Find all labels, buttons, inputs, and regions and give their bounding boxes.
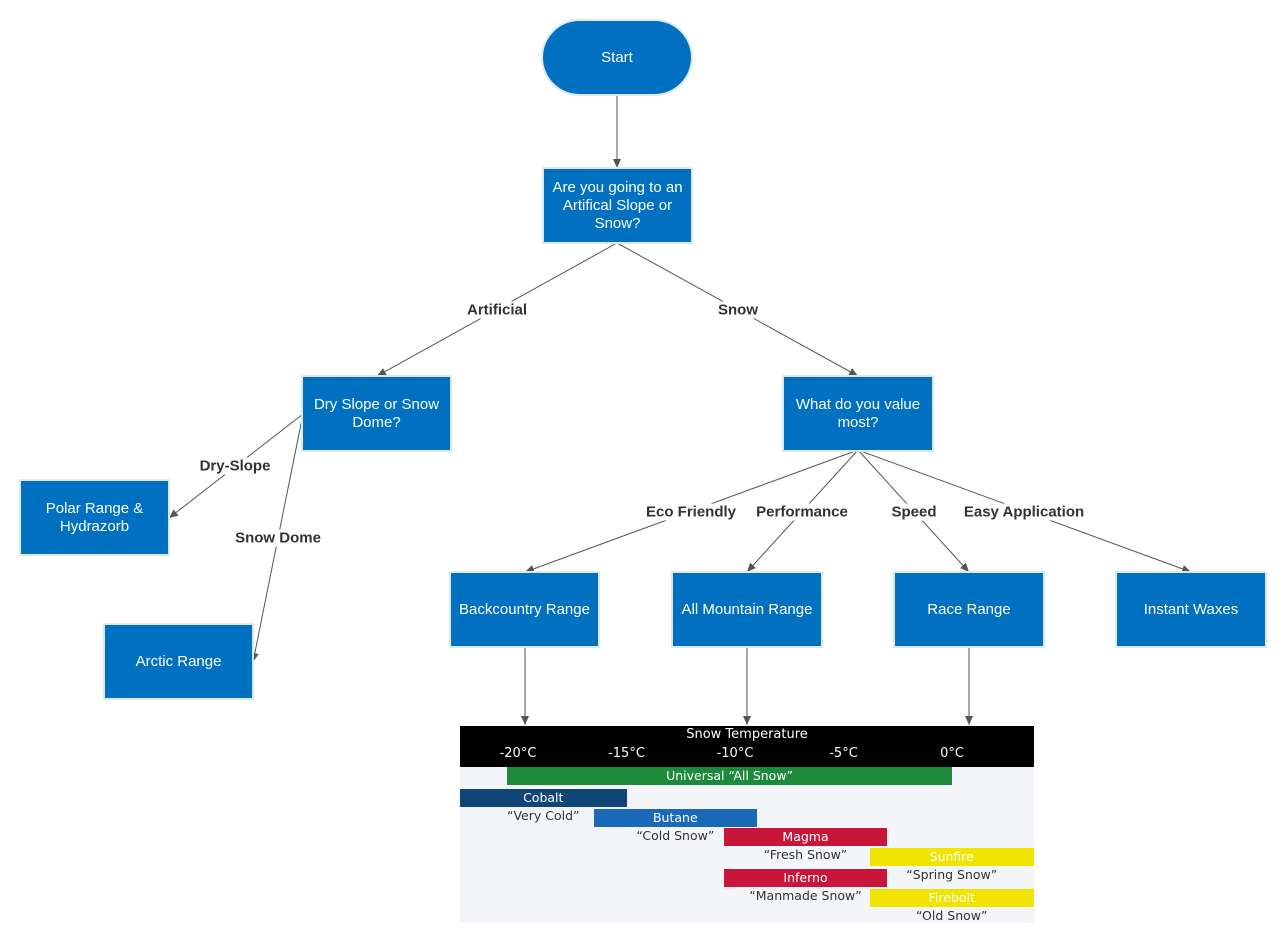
range-description: “Manmade Snow” [749, 888, 862, 903]
range-bar: Cobalt [460, 789, 627, 807]
dry-or-dome-decision[interactable]: Dry Slope or Snow Dome? [303, 377, 450, 450]
slope-or-snow-decision[interactable]: Are you going to an Artifical Slope or S… [544, 169, 691, 242]
chart-title: Snow Temperature [686, 727, 808, 742]
tick-label: 0°C [940, 746, 964, 761]
range-description: “Fresh Snow” [763, 847, 848, 862]
edge-label-easy: Easy Application [961, 503, 1087, 521]
arctic-range-node[interactable]: Arctic Range [105, 625, 252, 698]
instant-waxes-node[interactable]: Instant Waxes [1117, 573, 1265, 646]
edge-label-performance: Performance [754, 503, 850, 521]
range-bar: Universal “All Snow” [507, 767, 952, 785]
range-bar: Butane [593, 809, 757, 827]
edge-label-dry-slope: Dry-Slope [197, 457, 273, 475]
edge-label-artificial: Artificial [464, 301, 530, 319]
range-bar: Sunfire [869, 848, 1034, 866]
range-description: “Spring Snow” [906, 867, 998, 882]
tick-label: -5°C [829, 746, 858, 761]
all-mountain-range-node[interactable]: All Mountain Range [673, 573, 821, 646]
tick-label: -20°C [499, 746, 537, 761]
value-decision[interactable]: What do you value most? [784, 377, 932, 450]
snow-temperature-chart: Snow Temperature -20°C -15°C -10°C -5°C 0°C … [460, 726, 1034, 923]
chart-header: Snow Temperature -20°C -15°C -10°C -5°C 0°C [460, 726, 1034, 767]
range-description: “Cold Snow” [636, 828, 715, 843]
edge-label-snow: Snow [716, 301, 760, 319]
range-bar: Firebolt [869, 889, 1034, 907]
tick-label: -10°C [716, 746, 754, 761]
range-bar: Inferno [724, 869, 887, 887]
edge-label-speed: Speed [889, 503, 939, 521]
race-range-node[interactable]: Race Range [895, 573, 1043, 646]
tick-label: -15°C [608, 746, 645, 761]
range-bar: Magma [724, 828, 887, 846]
range-description: “Very Cold” [506, 808, 580, 823]
range-description: “Old Snow” [916, 908, 988, 923]
edge-label-snow-dome: Snow Dome [233, 529, 323, 547]
start-node[interactable]: Start [543, 21, 691, 94]
edge-label-eco: Eco Friendly [643, 503, 739, 521]
polar-range-node[interactable]: Polar Range & Hydrazorb [21, 481, 168, 554]
backcountry-range-node[interactable]: Backcountry Range [451, 573, 598, 646]
